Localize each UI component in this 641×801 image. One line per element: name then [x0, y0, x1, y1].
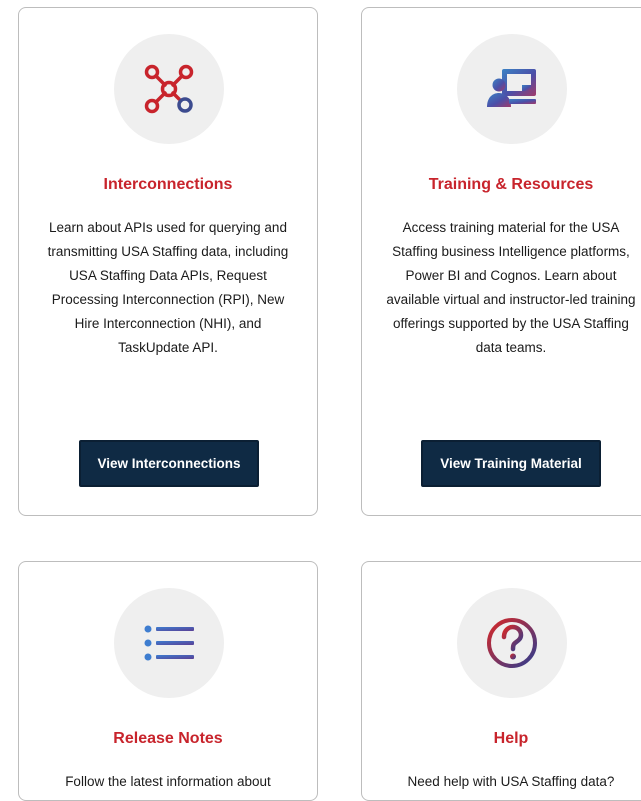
view-training-material-button[interactable]: View Training Material [421, 440, 601, 487]
question-mark-icon [487, 618, 537, 668]
card-title: Help [493, 730, 529, 747]
card-title: Training & Resources [428, 176, 594, 193]
card-title: Interconnections [103, 176, 233, 193]
icon-circle [457, 34, 567, 144]
card-title: Release Notes [113, 730, 223, 747]
interconnections-network-icon [144, 64, 194, 114]
list-icon [144, 625, 194, 661]
card-description: Access training material for the USA Sta… [386, 220, 636, 355]
icon-circle [114, 34, 224, 144]
release-notes-card: Release Notes Follow the latest informat… [18, 561, 318, 801]
presentation-training-icon [487, 69, 536, 107]
training-resources-card: Training & Resources Access training mat… [361, 7, 641, 516]
card-description: Learn about APIs used for querying and t… [47, 220, 289, 355]
card-description: Need help with USA Staffing data? [407, 774, 615, 789]
icon-circle [457, 588, 567, 698]
view-interconnections-button[interactable]: View Interconnections [79, 440, 259, 487]
card-description: Follow the latest information about [65, 774, 271, 789]
interconnections-card: Interconnections Learn about APIs used f… [18, 7, 318, 516]
icon-circle [114, 588, 224, 698]
help-card: Help Need help with USA Staffing data? [361, 561, 641, 801]
